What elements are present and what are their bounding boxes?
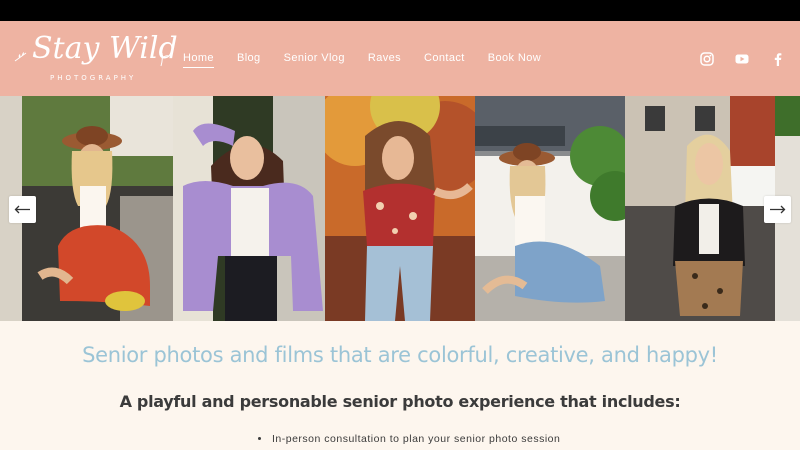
nav-item-book-now[interactable]: Book Now [488,52,541,68]
logo-script-text: Stay Wild [32,31,178,66]
nav-item-home[interactable]: Home [183,52,214,68]
page-tagline: Senior photos and films that are colorfu… [82,343,718,367]
carousel-prev-button[interactable] [9,196,36,223]
bullet-dot [258,437,261,440]
leaf-sprig-icon [160,52,170,67]
nav-item-senior-vlog[interactable]: Senior Vlog [284,52,345,68]
youtube-icon[interactable] [734,51,750,67]
instagram-icon[interactable] [699,51,715,67]
arrow-left-icon [14,205,30,214]
logo-subtitle: PHOTOGRAPHY [50,74,137,82]
facebook-icon[interactable] [770,51,786,67]
carousel-next-button[interactable] [764,196,791,223]
page-subtitle: A playful and personable senior photo ex… [119,392,681,411]
brand-logo[interactable]: Stay Wild PHOTOGRAPHY [14,31,178,86]
nav-item-blog[interactable]: Blog [237,52,261,68]
site-header: Stay Wild PHOTOGRAPHY Home Blog Senior V… [0,21,800,96]
arrow-right-icon [770,205,786,214]
senior-photo-denim-skirt[interactable] [475,96,625,321]
list-item: In-person consultation to plan your seni… [272,433,561,445]
senior-photo-leather-jacket[interactable] [625,96,775,321]
nav-item-contact[interactable]: Contact [424,52,465,68]
nav-item-raves[interactable]: Raves [368,52,401,68]
leaf-sprig-icon [14,52,27,62]
photo-gallery-carousel[interactable] [0,96,800,321]
top-black-bar [0,0,800,21]
senior-photo-purple-cardigan[interactable] [173,96,325,321]
main-nav: Home Blog Senior Vlog Raves Contact Book… [183,52,564,68]
senior-photo-floral-top[interactable] [325,96,475,321]
